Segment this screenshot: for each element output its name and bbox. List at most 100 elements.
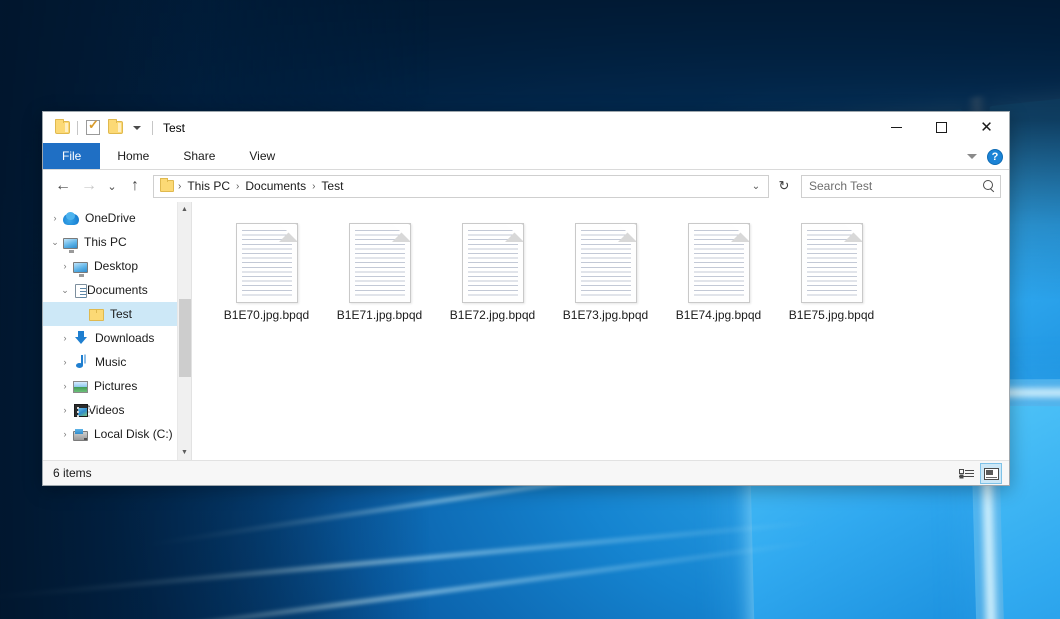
scroll-down-icon[interactable]: ▼ (178, 445, 192, 460)
navigation-pane: › OneDrive ⌄ This PC › Desktop ⌄ (43, 202, 192, 460)
expander-icon[interactable]: › (57, 402, 73, 418)
search-input[interactable] (809, 179, 982, 193)
sidebar-item-label: Test (110, 307, 132, 321)
sidebar-item-label: This PC (84, 235, 127, 249)
document-fold-corner (844, 223, 863, 242)
onedrive-icon (63, 214, 79, 225)
refresh-button[interactable]: ↻ (773, 175, 795, 198)
tab-home[interactable]: Home (100, 143, 166, 169)
file-item[interactable]: B1E73.jpg.bpqd (549, 216, 662, 340)
breadcrumb-folder-icon (160, 180, 174, 192)
file-name-label: B1E71.jpg.bpqd (337, 308, 422, 322)
expander-icon[interactable]: › (57, 258, 73, 274)
sidebar-item-downloads[interactable]: › Downloads (43, 326, 191, 350)
qat-customize-button[interactable] (126, 117, 148, 139)
close-button[interactable]: ✕ (964, 112, 1009, 143)
this-pc-icon (63, 238, 78, 249)
search-box[interactable] (801, 175, 1001, 198)
sidebar-item-label: Documents (87, 283, 148, 297)
scroll-up-icon[interactable]: ▲ (178, 202, 192, 217)
sidebar-item-local-disk-c[interactable]: › Local Disk (C:) (43, 422, 191, 446)
details-view-button[interactable] (955, 463, 977, 484)
breadcrumb-this-pc[interactable]: This PC (183, 179, 234, 193)
back-button[interactable]: ← (51, 174, 75, 198)
file-list-view[interactable]: B1E70.jpg.bpqd B1E71.jpg.bpqd (192, 202, 1009, 460)
forward-button[interactable]: → (77, 174, 101, 198)
qat-properties-button[interactable] (82, 117, 104, 139)
file-item[interactable]: B1E72.jpg.bpqd (436, 216, 549, 340)
scrollbar-track[interactable] (178, 217, 192, 445)
up-button[interactable]: ↑ (123, 174, 147, 198)
sidebar-item-videos[interactable]: › Videos (43, 398, 191, 422)
sidebar-item-label: Videos (88, 403, 124, 417)
tab-file[interactable]: File (43, 143, 100, 169)
expander-icon[interactable]: › (57, 354, 73, 370)
breadcrumb-test[interactable]: Test (317, 179, 347, 193)
ribbon-tab-bar: File Home Share View ? (43, 143, 1009, 170)
document-fold-corner (731, 223, 750, 242)
generic-document-icon (462, 223, 524, 303)
sidebar-item-desktop[interactable]: › Desktop (43, 254, 191, 278)
status-bar: 6 items (43, 460, 1009, 485)
tab-share[interactable]: Share (166, 143, 232, 169)
file-explorer-window: Test ✕ File Home Share View ? (42, 111, 1010, 486)
sidebar-item-label: Downloads (95, 331, 154, 345)
file-name-label: B1E73.jpg.bpqd (563, 308, 648, 322)
expand-ribbon-chevron-icon[interactable] (967, 154, 977, 159)
expander-icon[interactable]: ⌄ (57, 282, 73, 298)
sidebar-item-this-pc[interactable]: ⌄ This PC (43, 230, 191, 254)
large-icons-view-button[interactable] (980, 463, 1002, 484)
sidebar-item-test[interactable]: Test (43, 302, 191, 326)
search-icon[interactable] (982, 179, 996, 193)
file-item[interactable]: B1E75.jpg.bpqd (775, 216, 888, 340)
music-icon (73, 354, 89, 370)
window-body: › OneDrive ⌄ This PC › Desktop ⌄ (43, 202, 1009, 460)
file-icon-wrapper (227, 220, 307, 306)
qat-folder-icon[interactable] (51, 117, 73, 139)
breadcrumb-bar[interactable]: › This PC › Documents › Test ⌄ (153, 175, 769, 198)
address-dropdown-icon[interactable]: ⌄ (747, 181, 765, 192)
sidebar-item-onedrive[interactable]: › OneDrive (43, 206, 191, 230)
file-item[interactable]: B1E74.jpg.bpqd (662, 216, 775, 340)
document-fold-corner (279, 223, 298, 242)
sidebar-item-label: Desktop (94, 259, 138, 273)
minimize-button[interactable] (874, 112, 919, 143)
file-item[interactable]: B1E70.jpg.bpqd (210, 216, 323, 340)
maximize-icon (936, 122, 947, 133)
file-icon-wrapper (679, 220, 759, 306)
qat-new-folder-button[interactable] (104, 117, 126, 139)
expander-icon[interactable] (73, 306, 89, 322)
quick-access-toolbar (51, 117, 157, 139)
sidebar-item-documents[interactable]: ⌄ Documents (43, 278, 191, 302)
expander-icon[interactable]: ⌄ (47, 234, 63, 250)
tab-view[interactable]: View (232, 143, 292, 169)
recent-locations-button[interactable]: ⌄ (103, 174, 121, 198)
sidebar-item-pictures[interactable]: › Pictures (43, 374, 191, 398)
downloads-icon (73, 330, 89, 346)
file-icon-wrapper (792, 220, 872, 306)
breadcrumb-documents[interactable]: Documents (241, 179, 310, 193)
scrollbar-thumb[interactable] (179, 299, 191, 377)
expander-icon[interactable]: › (57, 378, 73, 394)
view-mode-buttons (955, 461, 1002, 486)
expander-icon[interactable]: › (57, 330, 73, 346)
file-item[interactable]: B1E71.jpg.bpqd (323, 216, 436, 340)
navigation-scrollbar[interactable]: ▲ ▼ (177, 202, 191, 460)
file-name-label: B1E72.jpg.bpqd (450, 308, 535, 322)
chevron-down-icon (133, 126, 141, 130)
file-icon-wrapper (453, 220, 533, 306)
help-icon[interactable]: ? (987, 149, 1003, 165)
breadcrumb-separator: › (176, 181, 183, 192)
window-controls: ✕ (874, 112, 1009, 143)
expander-icon[interactable]: › (47, 210, 63, 226)
qat-separator (77, 121, 78, 135)
desktop-background: Test ✕ File Home Share View ? (0, 0, 1060, 619)
generic-document-icon (688, 223, 750, 303)
maximize-button[interactable] (919, 112, 964, 143)
sidebar-item-music[interactable]: › Music (43, 350, 191, 374)
ribbon-right-controls: ? (967, 143, 1003, 170)
file-name-label: B1E70.jpg.bpqd (224, 308, 309, 322)
pictures-icon (73, 381, 88, 393)
title-bar: Test ✕ (43, 112, 1009, 143)
expander-icon[interactable]: › (57, 426, 73, 442)
